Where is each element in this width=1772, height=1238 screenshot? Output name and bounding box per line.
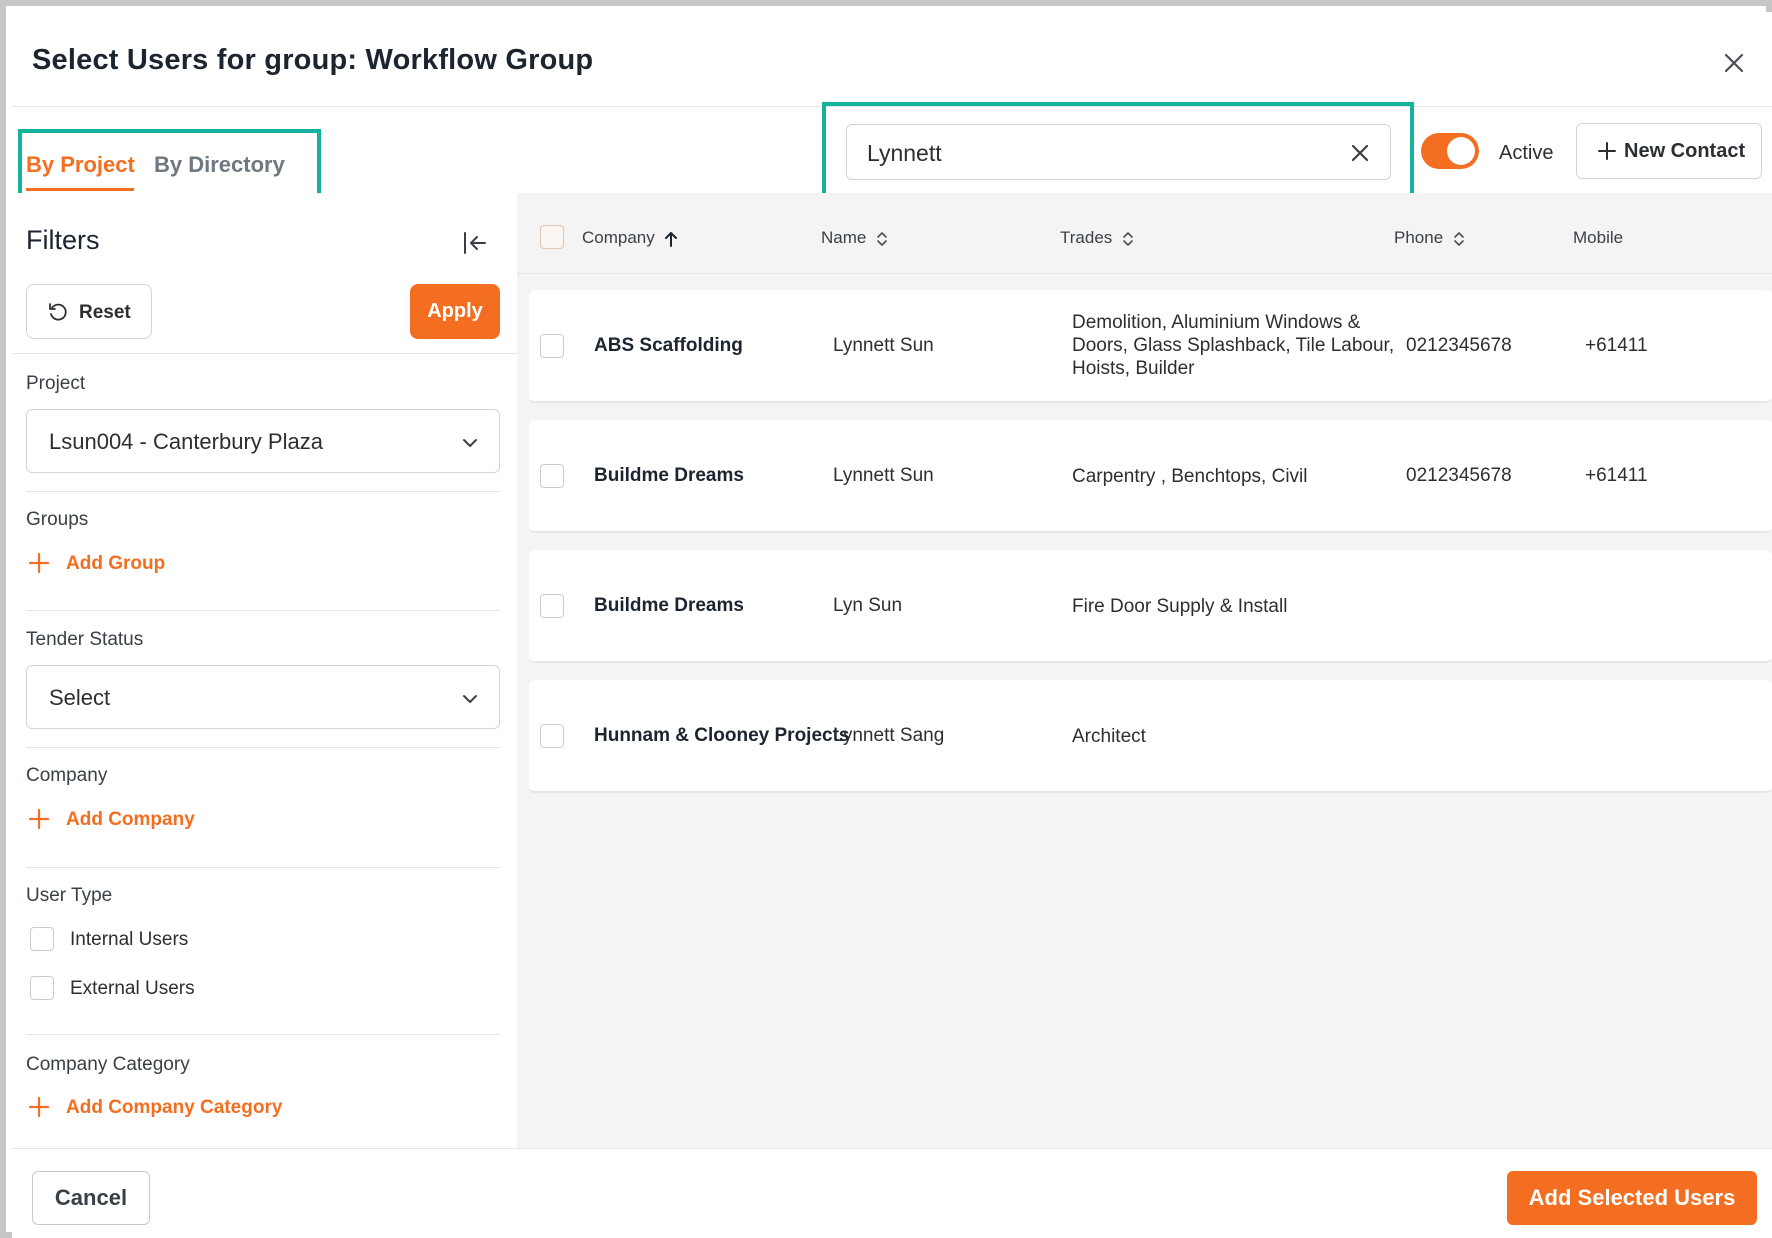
filters-divider bbox=[12, 353, 517, 354]
table-row[interactable]: ABS Scaffolding Lynnett Sun Demolition, … bbox=[529, 290, 1772, 403]
checkbox[interactable] bbox=[30, 927, 54, 951]
active-toggle-label: Active bbox=[1499, 142, 1554, 164]
sort-icon bbox=[1123, 231, 1134, 246]
cell-name: Lynnett Sun bbox=[833, 335, 934, 356]
column-header-phone[interactable]: Phone bbox=[1394, 228, 1467, 248]
project-select-value: Lsun004 - Canterbury Plaza bbox=[49, 429, 323, 454]
add-company-label: Add Company bbox=[66, 809, 195, 830]
cell-trades: Carpentry , Benchtops, Civil bbox=[1072, 466, 1308, 487]
clear-search-icon[interactable] bbox=[1349, 142, 1371, 164]
sort-ascending-icon bbox=[664, 231, 677, 247]
plus-icon bbox=[28, 1096, 50, 1118]
checkbox[interactable] bbox=[30, 976, 54, 1000]
close-icon[interactable] bbox=[1719, 48, 1749, 78]
column-header-label: Name bbox=[821, 228, 867, 247]
toggle-knob bbox=[1447, 137, 1475, 165]
dialog-header: Select Users for group: Workflow Group bbox=[12, 12, 1772, 107]
tab-by-directory[interactable]: By Directory bbox=[154, 152, 285, 178]
user-type-label: User Type bbox=[26, 885, 113, 906]
plus-icon bbox=[28, 552, 50, 574]
chevron-down-icon bbox=[463, 439, 477, 447]
table-row[interactable]: Buildme Dreams Lyn Sun Fire Door Supply … bbox=[529, 550, 1772, 663]
external-users-label: External Users bbox=[70, 978, 195, 999]
collapse-sidebar-icon[interactable] bbox=[460, 228, 490, 258]
groups-label: Groups bbox=[26, 509, 89, 530]
column-header-label: Trades bbox=[1060, 228, 1113, 247]
section-divider bbox=[26, 867, 500, 868]
reset-icon bbox=[49, 303, 67, 321]
column-header-mobile[interactable]: Mobile bbox=[1573, 228, 1623, 248]
screenshot-frame: Select Users for group: Workflow Group B… bbox=[0, 0, 1772, 1238]
section-divider bbox=[26, 1034, 500, 1035]
apply-button[interactable]: Apply bbox=[410, 284, 500, 339]
column-header-name[interactable]: Name bbox=[821, 228, 890, 248]
dialog-footer: Cancel Add Selected Users bbox=[12, 1148, 1772, 1238]
row-checkbox[interactable] bbox=[540, 724, 564, 748]
filters-title: Filters bbox=[26, 225, 100, 255]
column-header-trades[interactable]: Trades bbox=[1060, 228, 1136, 248]
cancel-button[interactable]: Cancel bbox=[32, 1171, 150, 1225]
search-input[interactable]: Lynnett bbox=[846, 124, 1391, 180]
project-label: Project bbox=[26, 373, 86, 394]
cell-trades: Demolition, Aluminium Windows & Doors, G… bbox=[1072, 312, 1395, 379]
column-header-label: Phone bbox=[1394, 228, 1444, 247]
cell-phone: 0212345678 bbox=[1406, 465, 1512, 486]
row-checkbox[interactable] bbox=[540, 334, 564, 358]
active-toggle[interactable] bbox=[1421, 133, 1479, 169]
reset-label: Reset bbox=[79, 302, 131, 323]
sort-icon bbox=[877, 231, 888, 246]
sort-icon bbox=[1454, 231, 1464, 246]
plus-icon bbox=[1598, 142, 1616, 160]
select-all-checkbox[interactable] bbox=[540, 225, 564, 249]
section-divider bbox=[26, 491, 500, 492]
chevron-down-icon bbox=[463, 695, 477, 703]
cell-mobile: +61411 bbox=[1585, 465, 1648, 486]
cell-name: Lynnett Sang bbox=[833, 725, 945, 746]
search-input-value: Lynnett bbox=[867, 140, 942, 166]
cell-name: Lynnett Sun bbox=[833, 465, 934, 486]
column-header-label: Company bbox=[582, 228, 655, 247]
table-row[interactable]: Buildme Dreams Lynnett Sun Carpentry , B… bbox=[529, 420, 1772, 533]
tender-status-select[interactable]: Select bbox=[26, 665, 500, 729]
cell-mobile: +61411 bbox=[1585, 335, 1648, 356]
internal-users-label: Internal Users bbox=[70, 929, 189, 950]
section-divider bbox=[26, 747, 500, 748]
tender-status-label: Tender Status bbox=[26, 629, 144, 650]
company-category-label: Company Category bbox=[26, 1054, 190, 1075]
tender-status-select-value: Select bbox=[49, 685, 111, 710]
column-header-label: Mobile bbox=[1573, 228, 1624, 247]
table-header-row: Company Name Trades Phone Mobile bbox=[517, 193, 1772, 274]
new-contact-label: New Contact bbox=[1624, 140, 1746, 162]
active-tab-underline bbox=[26, 188, 134, 191]
row-checkbox[interactable] bbox=[540, 594, 564, 618]
add-company-category-label: Add Company Category bbox=[66, 1097, 283, 1118]
plus-icon bbox=[28, 808, 50, 830]
column-header-company[interactable]: Company bbox=[582, 228, 679, 248]
add-selected-users-button[interactable]: Add Selected Users bbox=[1507, 1171, 1757, 1225]
reset-button[interactable]: Reset bbox=[26, 284, 152, 339]
cell-company: Buildme Dreams bbox=[594, 465, 744, 486]
project-select[interactable]: Lsun004 - Canterbury Plaza bbox=[26, 409, 500, 473]
table-row[interactable]: Hunnam & Clooney Projects Lynnett Sang A… bbox=[529, 680, 1772, 793]
new-contact-button[interactable]: New Contact bbox=[1576, 123, 1762, 179]
cell-company: Hunnam & Clooney Projects bbox=[594, 725, 850, 746]
cell-trades: Fire Door Supply & Install bbox=[1072, 596, 1288, 617]
company-label: Company bbox=[26, 765, 108, 786]
results-table: Company Name Trades Phone Mobile ABS Sca… bbox=[517, 193, 1772, 1148]
cell-phone: 0212345678 bbox=[1406, 335, 1512, 356]
section-divider bbox=[26, 610, 500, 611]
row-checkbox[interactable] bbox=[540, 464, 564, 488]
tab-by-project[interactable]: By Project bbox=[26, 152, 135, 178]
cell-company: ABS Scaffolding bbox=[594, 335, 743, 356]
select-users-dialog: Select Users for group: Workflow Group B… bbox=[12, 12, 1772, 1238]
cell-trades: Architect bbox=[1072, 726, 1146, 747]
cell-company: Buildme Dreams bbox=[594, 595, 744, 616]
dialog-title: Select Users for group: Workflow Group bbox=[32, 44, 594, 76]
add-group-label: Add Group bbox=[66, 553, 166, 574]
cell-name: Lyn Sun bbox=[833, 595, 903, 616]
